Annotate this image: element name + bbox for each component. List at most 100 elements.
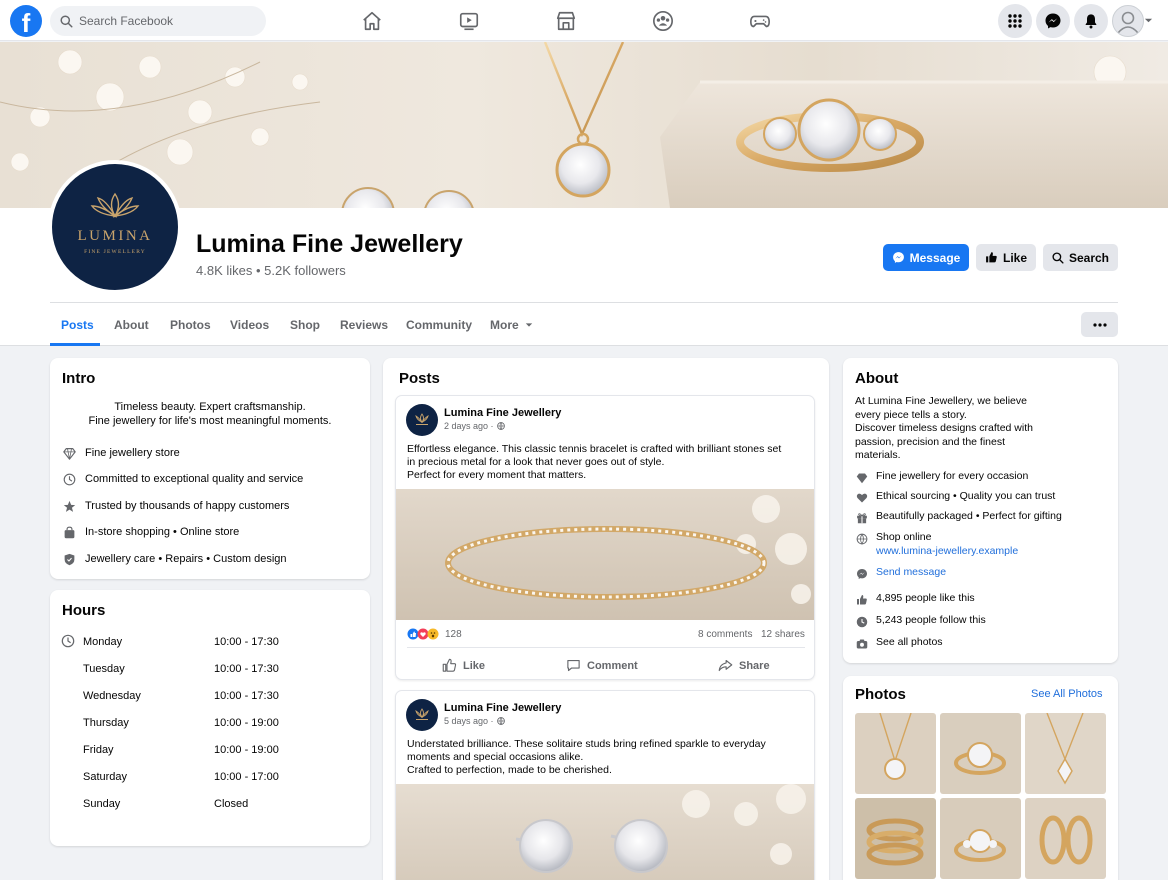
tab-photos[interactable]: Photos <box>170 318 211 332</box>
about-item-label: Beautifully packaged • Perfect for gifti… <box>876 510 1062 522</box>
cover-photo <box>0 42 1168 208</box>
reaction-count: 128 <box>445 628 462 640</box>
about-item: Beautifully packaged • Perfect for gifti… <box>855 510 1062 524</box>
notifications-icon[interactable] <box>1074 4 1108 38</box>
intro-card: Intro Timeless beauty. Expert craftsmans… <box>50 358 370 579</box>
marketplace-icon[interactable] <box>553 8 579 34</box>
website-link[interactable]: www.lumina-jewellery.example <box>876 545 1018 559</box>
post-image-earrings[interactable] <box>396 784 814 880</box>
post-author-name[interactable]: Lumina Fine Jewellery <box>444 407 561 419</box>
post-timestamp[interactable]: 5 days ago · <box>444 716 505 726</box>
about-desc-line: At Lumina Fine Jewellery, we believe <box>855 395 1027 407</box>
page-stats[interactable]: 4.8K likes • 5.2K followers <box>196 263 346 278</box>
intro-item-label: In-store shopping • Online store <box>85 526 240 538</box>
search-bar[interactable] <box>50 6 266 36</box>
hours-time: 10:00 - 17:30 <box>214 690 279 702</box>
about-likes-count: 4,895 people like this <box>855 592 975 606</box>
send-message-label: Send message <box>876 566 947 578</box>
groups-icon[interactable] <box>650 8 676 34</box>
hours-time: 10:00 - 19:00 <box>214 717 279 729</box>
intro-item: Jewellery care • Repairs • Custom design <box>62 552 287 566</box>
tab-about[interactable]: About <box>114 318 149 332</box>
active-tab-indicator <box>50 343 100 346</box>
post-share-button[interactable]: Share <box>718 658 770 673</box>
tab-community[interactable]: Community <box>406 318 472 332</box>
tab-more[interactable]: More <box>490 318 533 332</box>
reaction-summary[interactable]: 128 <box>407 628 462 640</box>
post: Lumina Fine Jewellery 5 days ago · Under… <box>395 690 815 880</box>
post-timestamp[interactable]: 2 days ago · <box>444 421 505 431</box>
about-item-label: Ethical sourcing • Quality you can trust <box>876 490 1056 502</box>
messenger-icon[interactable] <box>1036 4 1070 38</box>
post-image-bracelet[interactable] <box>396 489 814 620</box>
search-page-button[interactable]: Search <box>1043 244 1118 271</box>
photo-thumbnail[interactable] <box>1025 798 1106 879</box>
photos-card: Photos See All Photos <box>843 676 1118 880</box>
tab-videos[interactable]: Videos <box>230 318 269 332</box>
globe-icon <box>496 717 505 725</box>
photo-thumbnail[interactable] <box>940 713 1021 794</box>
post-text-line: Effortless elegance. This classic tennis… <box>407 443 782 455</box>
follows-text: 5,243 people follow this <box>876 614 986 626</box>
post-comment-button[interactable]: Comment <box>566 658 638 673</box>
comment-count[interactable]: 8 comments <box>698 629 752 640</box>
about-desc-line: Discover timeless designs crafted with <box>855 422 1033 434</box>
more-options-button[interactable] <box>1081 312 1118 337</box>
hours-time: 10:00 - 19:00 <box>214 744 279 756</box>
post-time-label: 5 days ago · <box>444 716 494 726</box>
gaming-icon[interactable] <box>747 8 773 34</box>
about-card: About At Lumina Fine Jewellery, we belie… <box>843 358 1118 663</box>
page-title: Lumina Fine Jewellery <box>196 230 463 258</box>
hours-day: Saturday <box>83 771 128 783</box>
page-profile-picture[interactable]: LUMINA FINE JEWELLERY <box>48 160 182 294</box>
posts-title: Posts <box>399 370 440 387</box>
intro-bio-line-2: Fine jewellery for life's most meaningfu… <box>88 415 332 427</box>
photo-thumbnail[interactable] <box>855 798 936 879</box>
posts-card: Posts Lumina Fine Jewellery 2 days ago ·… <box>383 358 829 880</box>
post-share-label: Share <box>739 659 770 672</box>
tab-reviews[interactable]: Reviews <box>340 318 388 332</box>
facebook-logo[interactable]: f <box>10 5 42 37</box>
globe-icon <box>496 422 505 430</box>
post-like-button[interactable]: Like <box>442 658 485 673</box>
search-button-label: Search <box>1068 250 1110 265</box>
see-all-photos-link[interactable]: See all photos <box>855 636 943 650</box>
account-avatar[interactable] <box>1112 5 1144 37</box>
home-icon[interactable] <box>359 8 385 34</box>
see-photos-label: See all photos <box>876 636 943 648</box>
about-shop-online: Shop online www.lumina-jewellery.example <box>855 531 1018 558</box>
about-title: About <box>855 370 899 387</box>
photos-title: Photos <box>855 686 906 703</box>
shield-icon <box>62 552 76 566</box>
search-input[interactable] <box>79 14 249 28</box>
star-icon <box>62 499 76 513</box>
post-author-avatar[interactable] <box>406 404 438 436</box>
post-author-avatar[interactable] <box>406 699 438 731</box>
watch-icon[interactable] <box>456 8 482 34</box>
intro-item: Committed to exceptional quality and ser… <box>62 472 303 486</box>
ellipsis-icon <box>1092 322 1107 327</box>
clock-icon <box>62 472 76 486</box>
photo-thumbnail[interactable] <box>1025 713 1106 794</box>
post-divider <box>407 647 805 648</box>
share-count[interactable]: 12 shares <box>761 629 805 640</box>
header-divider <box>50 302 1118 303</box>
menu-grid-icon[interactable] <box>998 4 1032 38</box>
comment-icon <box>567 659 580 672</box>
send-message-link[interactable]: Send message <box>855 566 946 580</box>
search-icon <box>1052 251 1064 264</box>
tab-shop[interactable]: Shop <box>290 318 320 332</box>
like-button[interactable]: Like <box>976 244 1036 271</box>
intro-item: In-store shopping • Online store <box>62 525 239 539</box>
post-author-name[interactable]: Lumina Fine Jewellery <box>444 702 561 714</box>
see-all-photos-button[interactable]: See All Photos <box>1031 688 1103 700</box>
message-button[interactable]: Message <box>883 244 969 271</box>
tab-posts[interactable]: Posts <box>61 318 94 332</box>
photo-thumbnail[interactable] <box>855 713 936 794</box>
gift-icon <box>855 511 868 524</box>
post-text-line: Understated brilliance. These solitaire … <box>407 738 766 750</box>
hours-day: Wednesday <box>83 690 141 702</box>
diamond-icon <box>855 471 868 484</box>
chevron-down-icon[interactable] <box>1144 16 1153 25</box>
photo-thumbnail[interactable] <box>940 798 1021 879</box>
